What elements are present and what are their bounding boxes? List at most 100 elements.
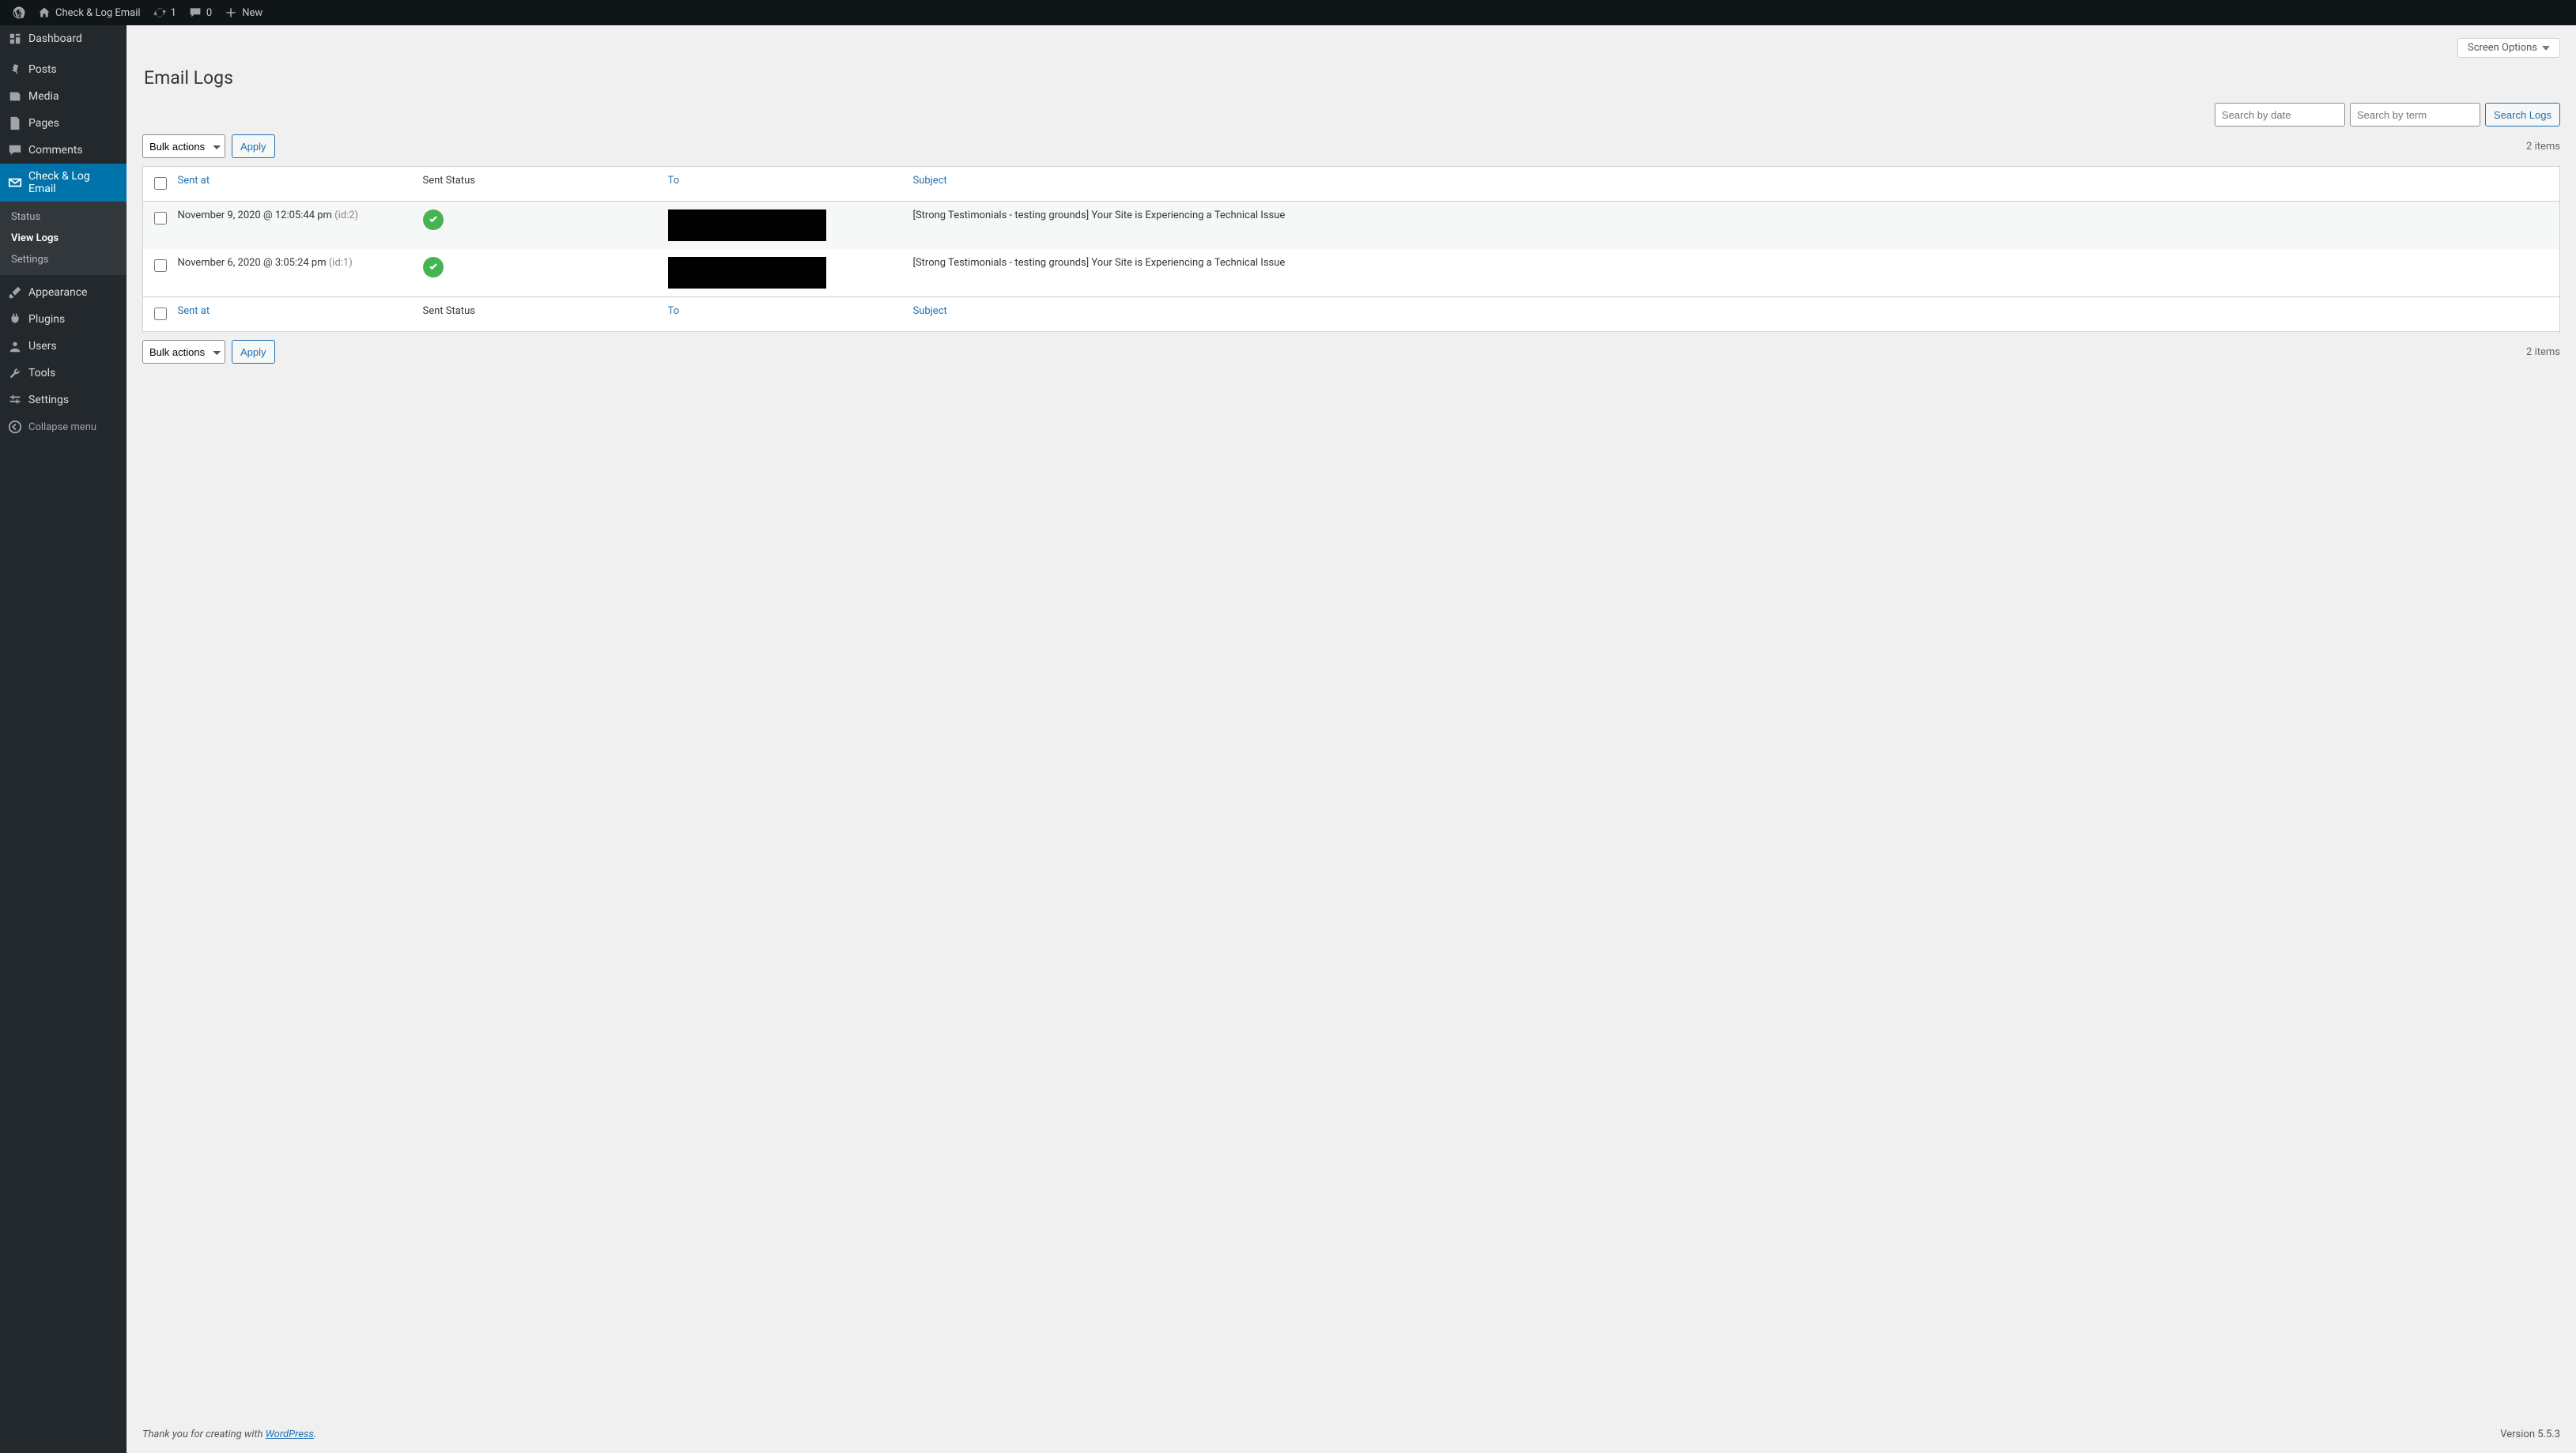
select-all-top[interactable] [154,177,167,190]
apply-button-top[interactable]: Apply [232,134,275,158]
submenu-item-view-logs[interactable]: View Logs [0,228,127,249]
mail-icon [8,175,22,190]
sidebar-item-appearance[interactable]: Appearance [0,279,127,306]
col-to-footer[interactable]: To [668,305,680,317]
new-content[interactable]: New [218,0,269,25]
collapse-menu[interactable]: Collapse menu [0,413,127,440]
sidebar-item-users[interactable]: Users [0,333,127,360]
select-all-bottom[interactable] [154,308,167,320]
apply-button-bottom[interactable]: Apply [232,340,275,364]
page-title: Email Logs [144,58,2560,92]
comments-bubble[interactable]: 0 [183,0,218,25]
tablenav-bottom: Bulk actions Apply 2 items [142,338,2560,365]
sidebar-item-media[interactable]: Media [0,83,127,110]
comment-icon [8,143,22,157]
sidebar-item-dashboard[interactable]: Dashboard [0,25,127,52]
col-status-footer: Sent Status [415,297,660,332]
collapse-icon [8,420,22,434]
sidebar-item-label: Check & Log Email [28,170,119,195]
col-sent-at-footer[interactable]: Sent at [178,305,210,317]
col-subject-footer[interactable]: Subject [913,305,947,317]
updates-count: 1 [171,7,176,19]
footer-wordpress-link[interactable]: WordPress [266,1428,314,1440]
status-success-icon [423,257,444,277]
footer-suffix: . [314,1428,316,1440]
search-term-input[interactable] [2350,103,2480,126]
cell-id-tag: (id:1) [329,257,353,269]
adminbar: Check & Log Email 1 0 New [0,0,2576,25]
admin-footer: Thank you for creating with WordPress. V… [127,1416,2576,1453]
sidebar-item-comments[interactable]: Comments [0,137,127,164]
tablenav-top: Bulk actions Apply 2 items [142,133,2560,160]
brush-icon [8,285,22,300]
sidebar-item-label: Media [28,90,59,103]
bulk-actions-select-bottom[interactable]: Bulk actions [142,340,225,364]
cell-sent-at: November 9, 2020 @ 12:05:44 pm [178,209,335,221]
wp-logo[interactable] [6,0,32,25]
cell-to-redacted [668,257,826,289]
sidebar-item-label: Comments [28,144,83,157]
sidebar-item-label: Appearance [28,286,87,299]
table-row: November 9, 2020 @ 12:05:44 pm (id:2) [St… [143,202,2560,250]
cell-sent-at: November 6, 2020 @ 3:05:24 pm [178,257,329,269]
sidebar-item-label: Users [28,340,57,353]
cell-subject: [Strong Testimonials - testing grounds] … [905,249,2560,297]
site-home[interactable]: Check & Log Email [32,0,147,25]
sidebar-item-settings[interactable]: Settings [0,387,127,413]
user-icon [8,339,22,353]
cell-subject: [Strong Testimonials - testing grounds] … [905,202,2560,250]
search-date-input[interactable] [2215,103,2345,126]
plug-icon [8,312,22,326]
sidebar-item-label: Plugins [28,313,65,326]
sidebar-submenu: StatusView LogsSettings [0,202,127,275]
screen-options-button[interactable]: Screen Options [2457,38,2560,58]
sliders-icon [8,393,22,407]
screen-options-label: Screen Options [2468,42,2537,54]
site-name: Check & Log Email [55,7,141,19]
chevron-down-icon [2542,46,2550,51]
content-area: Screen Options Email Logs Search Logs Bu… [127,0,2576,1453]
bulk-actions-select-top[interactable]: Bulk actions [142,134,225,158]
items-count-top: 2 items [2526,141,2560,153]
new-label: New [242,7,263,19]
footer-version: Version 5.5.3 [2500,1428,2560,1440]
update-icon [153,6,166,19]
sidebar-item-pages[interactable]: Pages [0,110,127,137]
dashboard-icon [8,32,22,46]
media-icon [8,89,22,104]
search-row: Search Logs [142,103,2560,126]
submenu-item-settings[interactable]: Settings [0,249,127,270]
submenu-item-status[interactable]: Status [0,206,127,228]
sidebar-item-tools[interactable]: Tools [0,360,127,387]
email-logs-table: Sent at Sent Status To Subject November … [142,166,2560,332]
footer-prefix: Thank you for creating with [142,1428,266,1440]
sidebar-item-label: Posts [28,63,57,76]
wordpress-icon [13,6,25,19]
sidebar-item-posts[interactable]: Posts [0,56,127,83]
updates[interactable]: 1 [147,0,183,25]
status-success-icon [423,209,444,230]
sidebar-item-check-log-email[interactable]: Check & Log Email [0,164,127,202]
col-to-header[interactable]: To [668,175,680,187]
row-checkbox[interactable] [154,259,167,272]
comments-count: 0 [206,7,212,19]
comment-icon [189,6,202,19]
col-status-header: Sent Status [415,167,660,202]
cell-id-tag: (id:2) [334,209,358,221]
sidebar-item-label: Tools [28,367,55,379]
sidebar-item-label: Dashboard [28,32,82,45]
table-row: November 6, 2020 @ 3:05:24 pm (id:1) [Str… [143,249,2560,297]
sidebar-item-label: Settings [28,394,69,406]
home-icon [38,6,51,19]
collapse-label: Collapse menu [28,421,96,433]
items-count-bottom: 2 items [2526,346,2560,358]
search-logs-button[interactable]: Search Logs [2485,103,2560,126]
wrench-icon [8,366,22,380]
admin-sidebar: Dashboard Posts Media Pages Comments Check & … [0,25,127,1453]
row-checkbox[interactable] [154,212,167,225]
col-sent-at-header[interactable]: Sent at [178,175,210,187]
sidebar-item-plugins[interactable]: Plugins [0,306,127,333]
plus-icon [225,6,237,19]
page-icon [8,116,22,130]
col-subject-header[interactable]: Subject [913,175,947,187]
